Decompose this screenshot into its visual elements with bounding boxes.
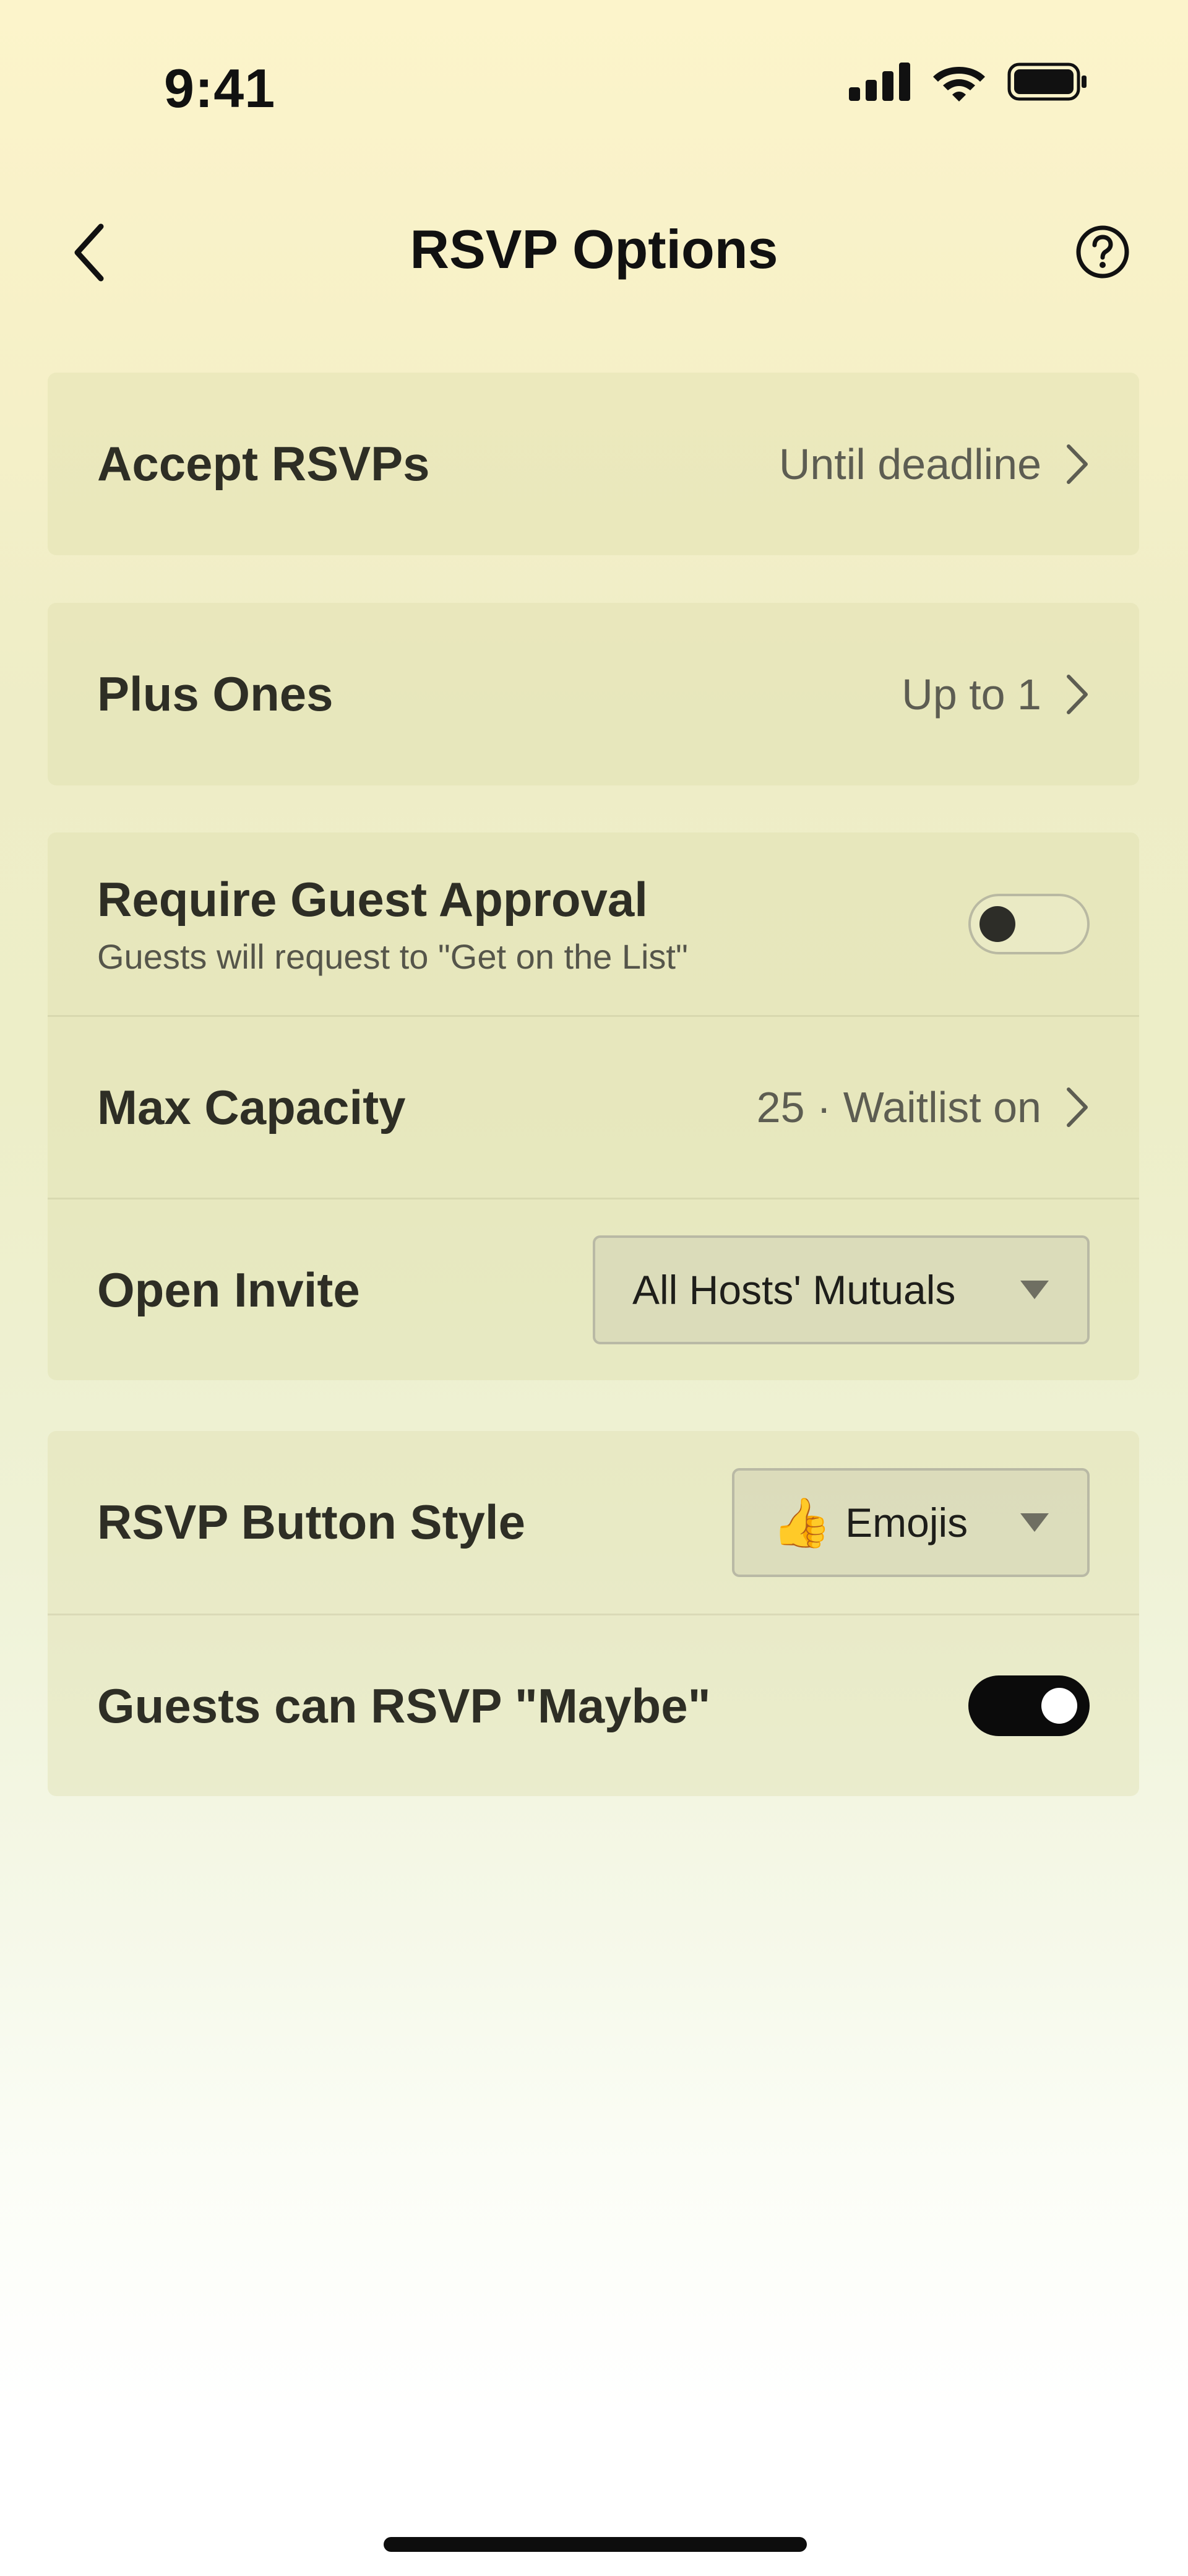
chevron-right-icon [1067,674,1088,714]
plus-ones-label: Plus Ones [97,667,334,721]
button-style-dropdown[interactable]: 👍 Emojis [732,1467,1090,1577]
plus-ones-row[interactable]: Plus Ones Up to 1 [48,603,1139,785]
button-style-label: RSVP Button Style [97,1495,525,1549]
guest-approval-label: Require Guest Approval [97,871,648,927]
open-invite-dropdown[interactable]: All Hosts' Mutuals [593,1235,1090,1344]
plus-ones-value-text: Up to 1 [902,670,1041,719]
accept-rsvps-label: Accept RSVPs [97,436,430,491]
guest-approval-toggle[interactable] [968,893,1090,954]
status-bar: 9:41 [0,0,1188,173]
max-capacity-row[interactable]: Max Capacity 25 · Waitlist on [48,1015,1139,1198]
toggle-knob [1041,1688,1077,1724]
plus-ones-card: Plus Ones Up to 1 [48,603,1139,785]
accept-rsvps-card: Accept RSVPs Until deadline [48,373,1139,555]
maybe-toggle[interactable] [968,1675,1090,1736]
open-invite-label: Open Invite [97,1262,360,1317]
chevron-right-icon [1067,1087,1088,1127]
battery-icon [1007,63,1087,101]
maybe-row: Guests can RSVP "Maybe" [48,1614,1139,1796]
accept-rsvps-row[interactable]: Accept RSVPs Until deadline [48,373,1139,555]
thumbs-up-icon: 👍 [772,1495,832,1550]
open-invite-row: Open Invite All Hosts' Mutuals [48,1198,1139,1380]
caret-down-icon [1020,1281,1049,1299]
max-capacity-value-text: 25 · Waitlist on [756,1083,1041,1131]
guest-approval-row: Require Guest Approval Guests will reque… [48,832,1139,1015]
status-icons [849,62,1088,102]
accept-rsvps-value-text: Until deadline [778,439,1041,488]
cellular-signal-icon [849,63,910,101]
status-time: 9:41 [164,58,276,119]
help-button[interactable] [1075,224,1130,280]
rsvp-style-card: RSVP Button Style 👍 Emojis Guests can RS… [48,1431,1139,1796]
button-style-selected: 👍 Emojis [772,1498,994,1547]
button-style-row: RSVP Button Style 👍 Emojis [48,1431,1139,1614]
guest-settings-card: Require Guest Approval Guests will reque… [48,832,1139,1380]
open-invite-selected: All Hosts' Mutuals [632,1267,956,1313]
caret-down-icon [1020,1513,1049,1532]
home-indicator[interactable] [384,2537,807,2552]
chevron-right-icon [1067,444,1088,484]
button-style-selected-text: Emojis [845,1499,968,1545]
guest-approval-text: Require Guest Approval Guests will reque… [97,871,968,977]
max-capacity-value: 25 · Waitlist on [757,1083,1090,1132]
page-title: RSVP Options [410,218,778,280]
plus-ones-value: Up to 1 [902,670,1090,719]
maybe-label: Guests can RSVP "Maybe" [97,1678,711,1733]
toggle-knob [979,905,1015,942]
wifi-icon [933,67,985,102]
max-capacity-label: Max Capacity [97,1079,406,1135]
guest-approval-sublabel: Guests will request to "Get on the List" [97,936,688,976]
accept-rsvps-value: Until deadline [779,439,1090,489]
question-circle-icon [1076,225,1129,279]
